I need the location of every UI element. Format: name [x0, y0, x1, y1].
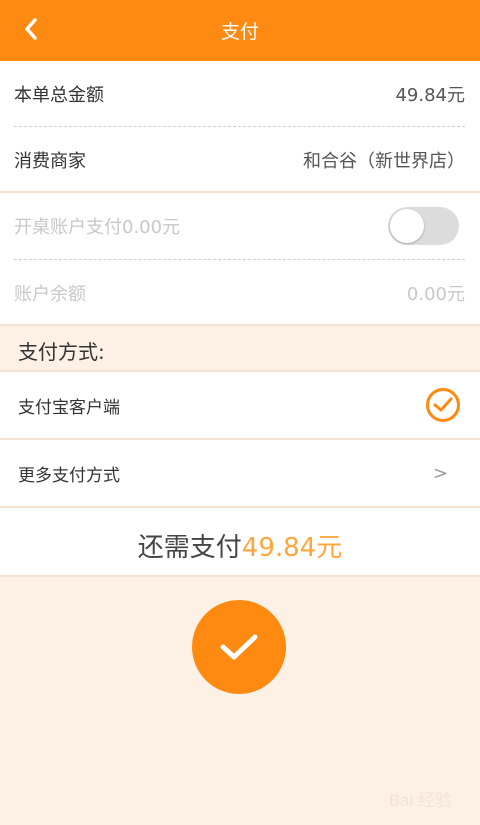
watermark-logo: Bai 经验: [388, 791, 452, 810]
checkmark-icon: [220, 634, 258, 660]
order-total-label: 本单总金额: [14, 85, 104, 106]
remaining-prefix: 还需支付: [137, 533, 242, 563]
remaining-amount-text: 还需支付49.84元: [0, 527, 480, 564]
payment-method-alipay-row[interactable]: 支付宝客户端: [18, 372, 460, 438]
order-total-value: 49.84元: [395, 85, 465, 106]
merchant-label: 消费商家: [14, 151, 86, 172]
checkmark-icon: [433, 397, 453, 412]
divider: [14, 259, 465, 260]
chevron-right-icon: >: [432, 462, 448, 484]
table-account-pay-toggle[interactable]: [388, 207, 459, 245]
payment-method-label: 更多支付方式: [18, 465, 120, 486]
balance-row: 账户余额 0.00元: [14, 277, 465, 309]
section-separator: [0, 324, 480, 326]
toggle-knob: [390, 209, 424, 243]
confirm-pay-button[interactable]: [192, 600, 286, 694]
payment-method-title: 支付方式:: [18, 340, 105, 364]
table-account-pay-label: 开桌账户支付0.00元: [14, 217, 181, 238]
divider: [14, 126, 465, 127]
payment-method-label: 支付宝客户端: [18, 397, 120, 418]
table-account-pay-row: 开桌账户支付0.00元: [14, 210, 380, 242]
back-button[interactable]: [14, 14, 48, 44]
remaining-amount: 49.84元: [241, 533, 343, 563]
balance-value: 0.00元: [406, 284, 465, 305]
page-title: 支付: [220, 21, 259, 43]
section-separator: [0, 575, 480, 577]
balance-label: 账户余额: [14, 284, 86, 305]
top-bar: 支付: [0, 0, 480, 61]
order-total-row: 本单总金额 49.84元: [14, 78, 465, 110]
merchant-value: 和合谷（新世界店）: [303, 151, 465, 172]
payment-method-more-row[interactable]: 更多支付方式 >: [18, 440, 460, 506]
chevron-left-icon: [25, 18, 37, 40]
merchant-row: 消费商家 和合谷（新世界店）: [14, 144, 465, 176]
selected-check-icon[interactable]: [426, 388, 460, 422]
